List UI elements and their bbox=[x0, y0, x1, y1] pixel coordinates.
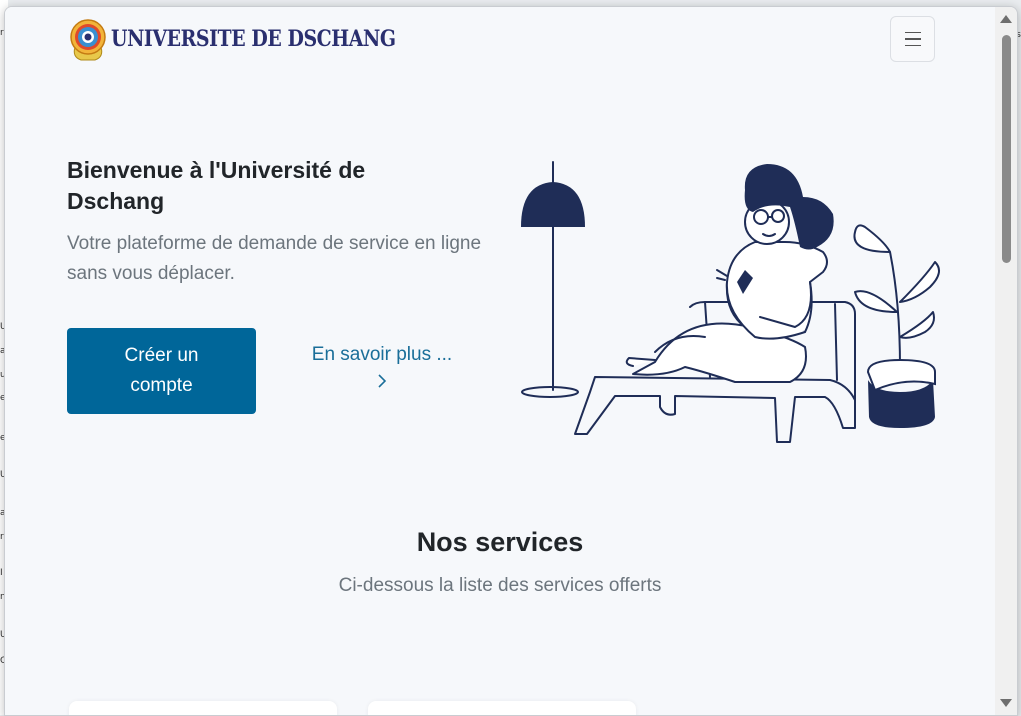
woman-on-lounge-chair-illustration bbox=[521, 161, 940, 443]
brand[interactable]: UNIVERSITE DE DSCHANG bbox=[69, 15, 442, 63]
browser-window: UNIVERSITE DE DSCHANG Bienvenue à l'Univ… bbox=[4, 6, 1018, 716]
service-card[interactable] bbox=[368, 701, 636, 715]
hero-title: Bienvenue à l'Université de Dschang bbox=[67, 157, 366, 214]
service-card[interactable] bbox=[69, 701, 337, 715]
scroll-up-arrow-icon[interactable] bbox=[1000, 15, 1012, 23]
brand-name: UNIVERSITE DE DSCHANG bbox=[111, 26, 396, 52]
hamburger-icon-line bbox=[904, 44, 921, 47]
scrollbar-thumb[interactable] bbox=[1002, 35, 1011, 263]
menu-toggle-button[interactable] bbox=[890, 16, 935, 62]
learn-more-label: En savoir plus ... bbox=[311, 344, 453, 365]
create-account-label: Créer un compte bbox=[124, 345, 199, 396]
hamburger-icon-line bbox=[904, 38, 921, 40]
hero-subtitle: Votre plateforme de demande de service e… bbox=[67, 233, 482, 284]
university-logo-icon bbox=[70, 19, 106, 61]
learn-more-link[interactable]: En savoir plus ... bbox=[298, 343, 466, 389]
web-page: UNIVERSITE DE DSCHANG Bienvenue à l'Univ… bbox=[5, 7, 995, 715]
vertical-scrollbar[interactable] bbox=[995, 7, 1017, 715]
services-subtitle: Ci-dessous la liste des services offerts bbox=[338, 575, 662, 596]
hamburger-icon-line bbox=[904, 31, 921, 34]
services-title: Nos services bbox=[416, 527, 584, 557]
create-account-button[interactable]: Créer un compte bbox=[67, 328, 256, 414]
chevron-right-icon bbox=[378, 374, 387, 388]
background-text-fragment: I bbox=[0, 568, 3, 578]
scroll-down-arrow-icon[interactable] bbox=[1000, 699, 1012, 707]
